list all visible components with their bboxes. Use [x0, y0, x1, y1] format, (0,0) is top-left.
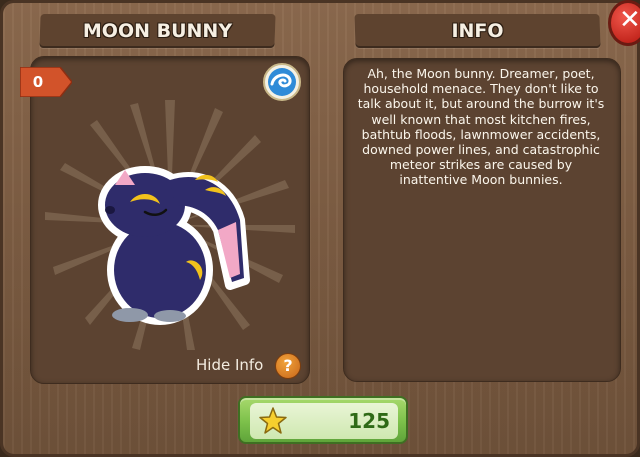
water-swirl-icon	[263, 63, 301, 101]
close-icon: ✕	[619, 5, 640, 35]
item-title: MOON BUNNY	[82, 20, 233, 42]
question-icon[interactable]: ?	[275, 353, 301, 379]
info-title: INFO	[451, 20, 504, 42]
moon-bunny-image	[98, 166, 250, 325]
price-value: 125	[348, 409, 390, 433]
count-badge-value: 0	[32, 73, 44, 91]
star-icon	[259, 407, 287, 434]
item-description: Ah, the Moon bunny. Dreamer, poet, house…	[357, 66, 605, 188]
close-button[interactable]: ✕	[608, 0, 640, 46]
hide-info-link[interactable]: Hide Info	[196, 353, 263, 377]
